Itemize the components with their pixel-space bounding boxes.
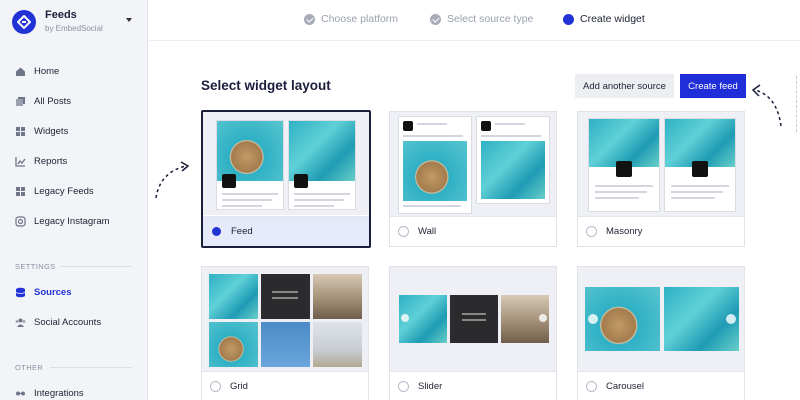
layout-preview-carousel — [578, 267, 744, 372]
embedsocial-logo-icon — [12, 10, 36, 34]
wizard-steps: Choose platform Select source type Creat… — [149, 0, 800, 41]
instagram-icon — [15, 215, 26, 227]
sidebar-item-label: Legacy Instagram — [34, 215, 110, 227]
current-step-dot-icon — [563, 13, 574, 25]
widgets-icon — [15, 126, 26, 137]
layout-radio[interactable] — [398, 381, 409, 392]
layout-preview-feed — [203, 112, 369, 215]
sidebar-item-all-posts[interactable]: All Posts — [15, 93, 139, 109]
sidebar-item-home[interactable]: Home — [15, 63, 139, 79]
sidebar-item-legacy-instagram[interactable]: Legacy Instagram — [15, 213, 139, 229]
sidebar-item-label: Widgets — [34, 125, 69, 137]
create-feed-button[interactable]: Create feed — [680, 74, 746, 98]
home-icon — [15, 66, 26, 77]
layout-card-masonry[interactable]: Masonry — [577, 111, 745, 247]
chevron-left-icon — [401, 314, 409, 322]
layout-card-footer: Masonry — [578, 216, 744, 246]
add-another-source-button[interactable]: Add another source — [575, 74, 674, 98]
step-label: Select source type — [447, 13, 534, 25]
sidebar-item-sources[interactable]: Sources — [15, 284, 139, 300]
sidebar-item-social-accounts[interactable]: Social Accounts — [15, 314, 139, 330]
sidebar-item-label: All Posts — [34, 95, 71, 107]
layout-card-slider[interactable]: Slider — [389, 266, 557, 400]
layout-radio[interactable] — [212, 227, 221, 236]
layout-radio[interactable] — [210, 381, 221, 392]
layout-label: Grid — [230, 381, 248, 392]
layout-card-grid[interactable]: Grid — [201, 266, 369, 400]
sidebar-item-widgets[interactable]: Widgets — [15, 123, 139, 139]
layout-card-footer: Feed — [203, 216, 369, 246]
reports-icon — [15, 156, 26, 167]
sidebar-item-label: Reports — [34, 155, 68, 167]
layout-preview-masonry — [578, 112, 744, 217]
layout-card-wall[interactable]: Wall — [389, 111, 557, 247]
step-label: Choose platform — [321, 13, 399, 25]
layout-card-footer: Wall — [390, 216, 556, 246]
page-edge-decoration — [796, 76, 800, 132]
brand-switcher[interactable]: Feeds by EmbedSocial — [12, 9, 138, 39]
step-label: Create widget — [580, 13, 645, 25]
layout-card-feed[interactable]: Feed — [201, 110, 371, 248]
step-choose-platform[interactable]: Choose platform — [304, 13, 398, 25]
layout-preview-grid — [202, 267, 368, 372]
dashed-arrow-icon — [155, 161, 190, 199]
posts-icon — [15, 96, 26, 107]
preview-post — [288, 120, 356, 210]
brand-title: Feeds — [45, 9, 77, 21]
layout-radio[interactable] — [586, 381, 597, 392]
page-title: Select widget layout — [201, 78, 331, 93]
check-circle-icon — [304, 13, 315, 25]
preview-post — [588, 118, 660, 212]
chevron-left-icon — [588, 314, 598, 324]
layout-label: Wall — [418, 226, 437, 237]
caret-down-icon[interactable] — [126, 18, 132, 22]
layout-label: Slider — [418, 381, 443, 392]
layout-preview-slider — [390, 267, 556, 372]
sidebar-item-label: Sources — [34, 286, 72, 298]
legacy-feeds-icon — [15, 186, 26, 197]
integrations-icon — [15, 388, 26, 399]
sidebar: Feeds by EmbedSocial Home All Posts Widg… — [0, 0, 148, 400]
preview-post — [476, 116, 550, 204]
sidebar-item-label: Social Accounts — [34, 316, 102, 328]
database-icon — [15, 287, 26, 298]
layout-card-footer: Slider — [390, 371, 556, 400]
chevron-right-icon — [726, 314, 736, 324]
sidebar-item-legacy-feeds[interactable]: Legacy Feeds — [15, 183, 139, 199]
preview-post — [216, 120, 284, 210]
layout-label: Masonry — [606, 226, 643, 237]
layout-label: Feed — [231, 226, 253, 237]
sidebar-item-label: Legacy Feeds — [34, 185, 94, 197]
layout-label: Carousel — [606, 381, 645, 392]
users-icon — [15, 317, 26, 328]
divider — [60, 266, 132, 267]
preview-post — [664, 118, 736, 212]
preview-post — [398, 116, 472, 214]
brand-subtitle: by EmbedSocial — [45, 24, 103, 33]
chevron-right-icon — [539, 314, 547, 322]
check-circle-icon — [430, 13, 441, 25]
sidebar-item-label: Integrations — [34, 387, 84, 399]
step-create-widget[interactable]: Create widget — [563, 13, 645, 25]
layout-radio[interactable] — [398, 226, 409, 237]
layout-card-footer: Carousel — [578, 371, 744, 400]
sidebar-item-label: Home — [34, 65, 60, 77]
other-section-label: OTHER — [15, 363, 44, 372]
layout-card-footer: Grid — [202, 371, 368, 400]
sidebar-item-integrations[interactable]: Integrations — [15, 385, 139, 400]
step-select-source-type[interactable]: Select source type — [430, 13, 533, 25]
sidebar-item-reports[interactable]: Reports — [15, 153, 139, 169]
divider — [50, 367, 132, 368]
dashed-arrow-icon — [751, 84, 782, 127]
layout-preview-wall — [390, 112, 556, 217]
layout-card-carousel[interactable]: Carousel — [577, 266, 745, 400]
layout-radio[interactable] — [586, 226, 597, 237]
settings-section-label: SETTINGS — [15, 262, 56, 271]
